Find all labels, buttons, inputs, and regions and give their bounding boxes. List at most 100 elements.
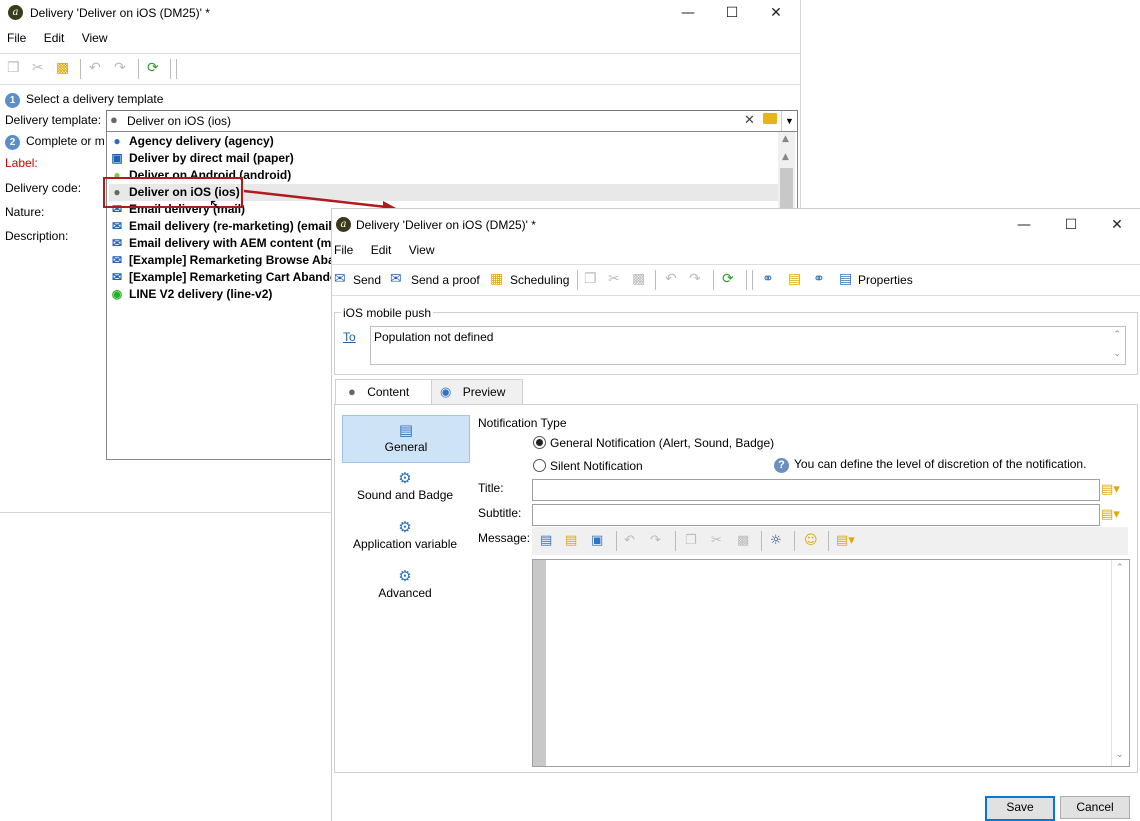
menu-view[interactable]: View: [409, 243, 435, 257]
eye-icon: ◉: [440, 384, 452, 399]
radio-silent-button[interactable]: [533, 459, 546, 472]
scheduling-button[interactable]: Scheduling: [510, 271, 569, 289]
save-icon[interactable]: ▣: [591, 533, 603, 549]
population-text: Population not defined: [374, 330, 494, 344]
folder-icon[interactable]: [763, 113, 777, 124]
scroll-up-icon[interactable]: ⌃: [1116, 563, 1124, 573]
envelope-icon: ✉: [111, 236, 123, 250]
scroll-up-icon[interactable]: ▲: [782, 152, 789, 162]
dropdown-scrollbar[interactable]: ▲ ▲: [778, 132, 795, 212]
radio-general-button[interactable]: [533, 436, 546, 449]
scroll-down-icon[interactable]: ⌄: [1116, 750, 1124, 760]
message-label: Message:: [478, 531, 531, 545]
undo-icon[interactable]: ↶: [89, 59, 101, 77]
cancel-button[interactable]: Cancel: [1060, 796, 1130, 819]
link-icon[interactable]: ⚭: [762, 270, 774, 288]
delivery-template-value: Deliver on iOS (ios): [127, 114, 232, 128]
side-item-advanced[interactable]: ⚙ Advanced: [342, 566, 468, 608]
cut-icon[interactable]: ✂: [711, 533, 722, 549]
open-folder-icon[interactable]: ▤: [565, 533, 577, 549]
minimize-button[interactable]: —: [666, 2, 710, 24]
properties-button[interactable]: Properties: [858, 271, 913, 289]
title-input[interactable]: [532, 479, 1100, 501]
envelope-icon: ✉: [111, 219, 123, 233]
send-proof-button[interactable]: Send a proof: [411, 271, 480, 289]
scroll-up-icon[interactable]: ▲: [782, 134, 789, 144]
side-item-application-variable[interactable]: ⚙ Application variable: [342, 517, 468, 559]
step2-number: 2: [5, 135, 20, 150]
delivery-code-label: Delivery code:: [5, 181, 82, 195]
step2-row: 2 Complete or m: [5, 134, 105, 150]
maximize-button[interactable]: ☐: [710, 2, 754, 24]
emoji-icon[interactable]: ☺: [804, 533, 818, 549]
highlight-box: [103, 177, 243, 208]
scroll-up-icon[interactable]: ⌃: [1113, 330, 1121, 340]
label-field-label: Label:: [5, 156, 38, 170]
cut-icon[interactable]: ✂: [32, 59, 44, 77]
close-button[interactable]: ✕: [754, 2, 798, 24]
undo-icon[interactable]: ↶: [665, 270, 677, 288]
window2-titlebar: a Delivery 'Deliver on iOS (DM25)' * — ☐…: [332, 209, 1140, 239]
send-button[interactable]: Send: [353, 271, 381, 289]
radio-silent[interactable]: Silent Notification: [533, 459, 643, 473]
refresh-icon[interactable]: ⟳: [147, 59, 159, 77]
message-editor[interactable]: ⌃ ⌄: [532, 559, 1130, 767]
copy-icon[interactable]: ❐: [584, 270, 597, 288]
paste-icon[interactable]: ▩: [737, 533, 749, 549]
find-binoculars-icon[interactable]: ☼: [770, 533, 782, 549]
side-item-sound-badge[interactable]: ⚙ Sound and Badge: [342, 468, 468, 510]
paste-icon[interactable]: ▩: [632, 270, 645, 288]
window2-toolbar: ✉ Send ✉ Send a proof ▦ Scheduling ❐ ✂ ▩…: [332, 264, 1140, 296]
chevron-down-icon[interactable]: ▼: [781, 111, 797, 131]
tab-content[interactable]: ● Content: [335, 379, 432, 405]
delivery-template-combo[interactable]: ● Deliver on iOS (ios) ✕ ▼: [106, 110, 798, 132]
hint-text: You can define the level of discretion o…: [794, 457, 1087, 471]
side-item-general[interactable]: ▤ General: [342, 415, 470, 463]
close-button[interactable]: ✕: [1095, 214, 1139, 236]
maximize-button[interactable]: ☐: [1049, 214, 1093, 236]
editor-scrollbar[interactable]: ⌃ ⌄: [1111, 560, 1129, 766]
scroll-down-icon[interactable]: ⌄: [1113, 349, 1121, 359]
list-item[interactable]: ● Agency delivery (agency): [109, 133, 779, 150]
personalization-icon[interactable]: ▤▾: [1101, 507, 1120, 523]
redo-icon[interactable]: ↷: [650, 533, 661, 549]
tab-preview[interactable]: ◉ Preview: [431, 379, 523, 405]
menu-edit[interactable]: Edit: [371, 243, 392, 257]
clear-icon[interactable]: ✕: [744, 112, 755, 128]
scrollbar-thumb[interactable]: [780, 168, 793, 212]
new-icon[interactable]: ▤: [540, 533, 552, 549]
menu-view[interactable]: View: [82, 31, 108, 45]
step2-label: Complete or m: [26, 134, 105, 148]
menu-file[interactable]: File: [7, 31, 26, 45]
copy-icon[interactable]: ❐: [7, 59, 20, 77]
redo-icon[interactable]: ↷: [114, 59, 126, 77]
redo-icon[interactable]: ↷: [689, 270, 701, 288]
unlink-icon[interactable]: ⚭: [813, 270, 825, 288]
save-button[interactable]: Save: [985, 796, 1055, 821]
personalization-icon[interactable]: ▤▾: [1101, 482, 1120, 498]
refresh-icon[interactable]: ⟳: [722, 270, 734, 288]
menu-file[interactable]: File: [334, 243, 353, 257]
window1-toolbar: ❐ ✂ ▩ ↶ ↷ ⟳: [0, 53, 800, 85]
personalization-icon[interactable]: ▤▾: [836, 533, 855, 549]
minimize-button[interactable]: —: [1002, 214, 1046, 236]
population-field[interactable]: Population not defined ⌃ ⌄: [370, 326, 1126, 365]
copy-icon[interactable]: ❐: [685, 533, 697, 549]
nature-label: Nature:: [5, 205, 45, 219]
window2-title: Delivery 'Deliver on iOS (DM25)' *: [356, 218, 536, 232]
description-label: Description:: [5, 229, 69, 243]
gear-icon: ⚙: [398, 518, 412, 536]
message-toolbar: ▤ ▤ ▣ ↶ ↷ ❐ ✂ ▩ ☼ ☺ ▤▾: [532, 527, 1128, 555]
direct-mail-icon: ▣: [111, 151, 123, 165]
list-item[interactable]: ▣ Deliver by direct mail (paper): [109, 150, 779, 167]
delivery-template-label: Delivery template:: [5, 113, 102, 127]
paste-icon[interactable]: ▩: [56, 59, 69, 77]
menu-edit[interactable]: Edit: [44, 31, 65, 45]
cut-icon[interactable]: ✂: [608, 270, 620, 288]
gift-icon[interactable]: ▤: [788, 270, 801, 288]
radio-general[interactable]: General Notification (Alert, Sound, Badg…: [533, 436, 774, 450]
subtitle-input[interactable]: [532, 504, 1100, 526]
undo-icon[interactable]: ↶: [624, 533, 635, 549]
to-link[interactable]: To: [343, 330, 356, 344]
window1-titlebar: a Delivery 'Deliver on iOS (DM25)' * — ☐…: [0, 0, 800, 27]
